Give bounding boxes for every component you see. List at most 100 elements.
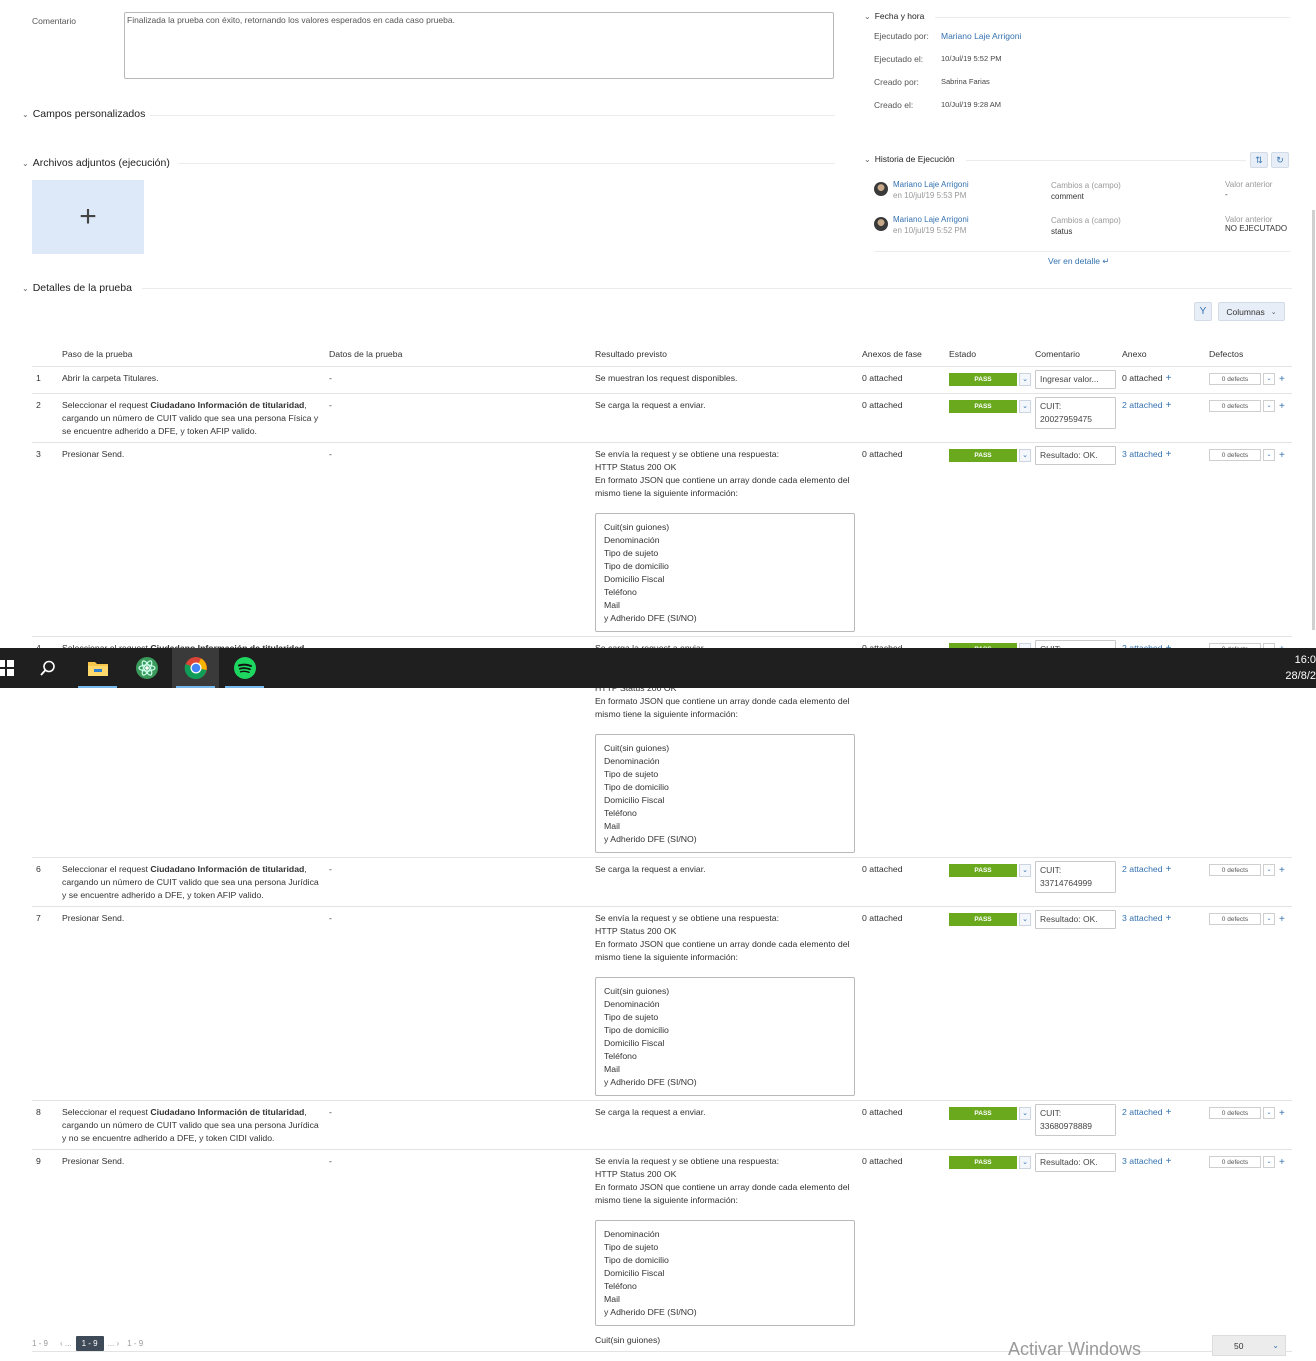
step-comment-input[interactable]: Resultado: OK. bbox=[1035, 1152, 1116, 1172]
chevron-down-icon[interactable]: ⌄ bbox=[1019, 863, 1031, 877]
step-comment-input[interactable]: CUIT: 33714764999 bbox=[1035, 860, 1116, 893]
atom-icon[interactable] bbox=[123, 648, 170, 688]
add-defect-icon[interactable]: + bbox=[1279, 400, 1285, 413]
col-header-defects[interactable]: Defectos bbox=[1209, 342, 1292, 367]
add-annex-icon[interactable]: + bbox=[1166, 913, 1172, 924]
filter-icon[interactable]: Y bbox=[1194, 302, 1212, 321]
table-row: 1 Abrir la carpeta Titulares. - Se muestran… bbox=[32, 366, 1292, 394]
add-attachment-button[interactable]: + bbox=[32, 180, 144, 254]
custom-fields-section-toggle[interactable]: ⌄ Campos personalizados bbox=[22, 108, 145, 120]
executed-by-link[interactable]: Mariano Laje Arrigoni bbox=[941, 31, 1021, 54]
status-select[interactable]: PASS⌄ bbox=[949, 1106, 1031, 1120]
page-scrollbar[interactable] bbox=[1312, 210, 1315, 630]
pagination-current[interactable]: 1 - 9 bbox=[75, 1336, 104, 1351]
annex-link[interactable]: 2 attached bbox=[1122, 1107, 1163, 1117]
add-defect-icon[interactable]: + bbox=[1279, 913, 1285, 926]
status-select[interactable]: PASS⌄ bbox=[949, 863, 1031, 877]
history-user-link[interactable]: Mariano Laje Arrigoni bbox=[893, 180, 969, 189]
chevron-down-icon[interactable]: ⌄ bbox=[1019, 399, 1031, 413]
chevron-down-icon[interactable]: ⌄ bbox=[1263, 1107, 1275, 1119]
col-header-data[interactable]: Datos de la prueba bbox=[329, 342, 595, 367]
status-select[interactable]: PASS⌄ bbox=[949, 912, 1031, 926]
defects-select[interactable]: 0 defects bbox=[1209, 400, 1261, 412]
chevron-down-icon[interactable]: ⌄ bbox=[1263, 373, 1275, 385]
test-details-section-toggle[interactable]: ⌄ Detalles de la prueba bbox=[22, 282, 132, 294]
chevron-down-icon[interactable]: ⌄ bbox=[1019, 912, 1031, 926]
defects-select[interactable]: 0 defects bbox=[1209, 1156, 1261, 1168]
status-select[interactable]: PASS⌄ bbox=[949, 1155, 1031, 1169]
page-size-select[interactable]: 50 ⌄ bbox=[1212, 1335, 1286, 1356]
add-annex-icon[interactable]: + bbox=[1166, 1156, 1172, 1167]
defects-select[interactable]: 0 defects bbox=[1209, 373, 1261, 385]
phase-attachments: 0 attached bbox=[862, 1149, 949, 1352]
step-comment-input[interactable]: Ingresar valor... bbox=[1035, 369, 1116, 389]
view-detail-link[interactable]: Ver en detalle ↵ bbox=[1048, 256, 1109, 267]
status-select[interactable]: PASS⌄ bbox=[949, 372, 1031, 386]
chevron-down-icon[interactable]: ⌄ bbox=[1263, 1156, 1275, 1168]
col-header-comment[interactable]: Comentario bbox=[1035, 342, 1122, 367]
col-header-result[interactable]: Resultado previsto bbox=[595, 342, 862, 367]
add-defect-icon[interactable]: + bbox=[1279, 864, 1285, 877]
add-annex-icon[interactable]: + bbox=[1166, 400, 1172, 411]
status-select[interactable]: PASS⌄ bbox=[949, 399, 1031, 413]
add-defect-icon[interactable]: + bbox=[1279, 373, 1285, 386]
result-line: En formato JSON que contiene un array do… bbox=[595, 938, 850, 962]
file-explorer-icon[interactable] bbox=[74, 648, 121, 688]
history-user-link[interactable]: Mariano Laje Arrigoni bbox=[893, 215, 969, 224]
add-defect-icon[interactable]: + bbox=[1279, 449, 1285, 462]
chevron-down-icon[interactable]: ⌄ bbox=[1263, 913, 1275, 925]
defects-select[interactable]: 0 defects bbox=[1209, 913, 1261, 925]
chevron-down-icon: ⌄ bbox=[22, 109, 29, 119]
history-section-title[interactable]: ⌄ Historia de Ejecución bbox=[864, 154, 955, 164]
annex-link[interactable]: 3 attached bbox=[1122, 1156, 1163, 1166]
status-cell: PASS⌄ bbox=[949, 393, 1035, 443]
col-header-status[interactable]: Estado bbox=[949, 342, 1035, 367]
defects-select[interactable]: 0 defects bbox=[1209, 864, 1261, 876]
chevron-down-icon[interactable]: ⌄ bbox=[1019, 1155, 1031, 1169]
col-header-step[interactable]: Paso de la prueba bbox=[62, 342, 329, 367]
table-row: 5Presionar Send.-Se envía la request y s… bbox=[32, 663, 1292, 858]
datetime-section-title[interactable]: ⌄ Fecha y hora bbox=[864, 11, 924, 21]
windows-activation-watermark: Activar Windows bbox=[1008, 1339, 1142, 1359]
add-annex-icon[interactable]: + bbox=[1166, 1107, 1172, 1118]
chrome-icon[interactable] bbox=[172, 648, 219, 688]
chevron-down-icon[interactable]: ⌄ bbox=[1263, 400, 1275, 412]
pagination-prev[interactable]: ‹ ... bbox=[60, 1339, 72, 1348]
execution-comment-field[interactable]: Finalizada la prueba con éxito, retornan… bbox=[124, 12, 834, 79]
attachments-section-toggle[interactable]: ⌄ Archivos adjuntos (ejecución) bbox=[22, 157, 170, 169]
col-header-phase[interactable]: Anexos de fase bbox=[862, 342, 949, 367]
status-select[interactable]: PASS⌄ bbox=[949, 448, 1031, 462]
add-defect-icon[interactable]: + bbox=[1279, 1107, 1285, 1120]
phase-attachments: 0 attached bbox=[862, 366, 949, 394]
defects-select[interactable]: 0 defects bbox=[1209, 1107, 1261, 1119]
add-annex-icon[interactable]: + bbox=[1166, 449, 1172, 460]
chevron-down-icon[interactable]: ⌄ bbox=[1019, 1106, 1031, 1120]
chevron-down-icon[interactable]: ⌄ bbox=[1263, 864, 1275, 876]
col-header-annex[interactable]: Anexo bbox=[1122, 342, 1209, 367]
annex-link[interactable]: 2 attached bbox=[1122, 864, 1163, 874]
annex-cell: 3 attached+ bbox=[1122, 442, 1209, 637]
refresh-icon[interactable]: ↻ bbox=[1271, 152, 1289, 168]
step-comment-input[interactable]: CUIT: 33680978889 bbox=[1035, 1103, 1116, 1136]
pagination-next[interactable]: ... › bbox=[108, 1339, 120, 1348]
annex-link[interactable]: 0 attached bbox=[1122, 373, 1163, 383]
annex-link[interactable]: 3 attached bbox=[1122, 449, 1163, 459]
chevron-down-icon[interactable]: ⌄ bbox=[1263, 449, 1275, 461]
columns-dropdown[interactable]: Columnas ⌄ bbox=[1218, 302, 1285, 321]
defects-select[interactable]: 0 defects bbox=[1209, 449, 1261, 461]
add-defect-icon[interactable]: + bbox=[1279, 1156, 1285, 1169]
annex-link[interactable]: 2 attached bbox=[1122, 400, 1163, 410]
annex-link[interactable]: 3 attached bbox=[1122, 913, 1163, 923]
sort-icon[interactable]: ⇅ bbox=[1250, 152, 1268, 168]
taskbar-clock[interactable]: 16:0 28/8/2 bbox=[1285, 652, 1316, 684]
add-annex-icon[interactable]: + bbox=[1166, 373, 1172, 384]
status-badge: PASS bbox=[949, 1106, 1017, 1120]
step-comment-input[interactable]: Resultado: OK. bbox=[1035, 909, 1116, 929]
step-comment-input[interactable]: CUIT: 20027959475 bbox=[1035, 396, 1116, 429]
step-comment-input[interactable]: Resultado: OK. bbox=[1035, 445, 1116, 465]
spotify-icon[interactable] bbox=[221, 648, 268, 688]
chevron-down-icon[interactable]: ⌄ bbox=[1019, 448, 1031, 462]
chevron-down-icon[interactable]: ⌄ bbox=[1019, 372, 1031, 386]
add-annex-icon[interactable]: + bbox=[1166, 864, 1172, 875]
search-icon[interactable] bbox=[24, 648, 71, 688]
